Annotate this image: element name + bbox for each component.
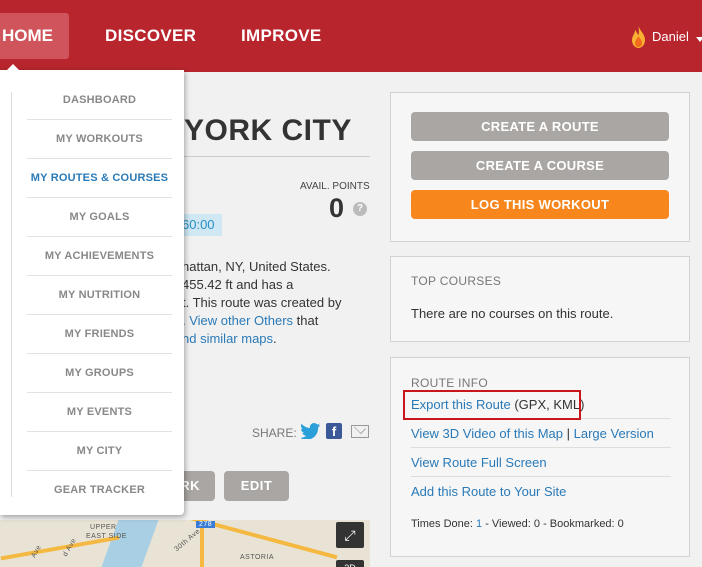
export-highlight-box	[403, 390, 581, 420]
no-courses-text: There are no courses on this route.	[411, 306, 614, 321]
twitter-icon[interactable]	[301, 423, 320, 439]
share-label: SHARE:	[252, 426, 297, 440]
menu-item-my-groups[interactable]: MY GROUPS	[27, 354, 172, 393]
view-other-others-link[interactable]: View other Others	[189, 313, 293, 328]
add-to-site-row: Add this Route to Your Site	[411, 477, 671, 506]
route-description-line: hattan, NY, United States.	[182, 259, 331, 274]
map-label: 30th Ave	[173, 527, 202, 554]
map-label: d Ave	[61, 537, 78, 558]
route-stats: Times Done: 1 - Viewed: 0 - Bookmarked: …	[411, 518, 624, 530]
nav-home[interactable]: HOME	[0, 13, 69, 59]
chevron-down-icon[interactable]	[696, 37, 702, 42]
page-title: YORK CITY	[184, 114, 352, 147]
route-info-heading: ROUTE INFO	[411, 376, 488, 390]
large-version-link[interactable]: Large Version	[574, 426, 654, 441]
edit-button[interactable]: EDIT	[224, 471, 289, 501]
description-text: that	[293, 313, 319, 328]
menu-item-my-friends[interactable]: MY FRIENDS	[27, 315, 172, 354]
view-full-screen-link[interactable]: View Route Full Screen	[411, 455, 547, 470]
menu-item-my-nutrition[interactable]: MY NUTRITION	[27, 276, 172, 315]
nav-discover[interactable]: DISCOVER	[105, 13, 196, 59]
video-row: View 3D Video of this Map | Large Versio…	[411, 419, 671, 448]
route-description-line: t. This route was created by	[182, 295, 342, 310]
route-map[interactable]: UPPER EAST SIDE 278 30th Ave ASTORIA d A…	[0, 520, 370, 567]
fullscreen-icon[interactable]: ⤢	[336, 522, 364, 548]
flame-icon	[632, 26, 645, 48]
menu-item-dashboard[interactable]: DASHBOARD	[27, 81, 172, 120]
facebook-icon[interactable]: f	[326, 423, 342, 439]
top-courses-card: TOP COURSES There are no courses on this…	[390, 256, 690, 342]
route-info-card: ROUTE INFO Export this Route (GPX, KML) …	[390, 357, 690, 557]
route-description-line: 455.42 ft and has a	[182, 277, 294, 292]
views-bookmarks-text: - Viewed: 0 - Bookmarked: 0	[482, 518, 624, 530]
title-divider	[184, 156, 370, 157]
link-separator: |	[566, 426, 571, 441]
points-label: AVAIL. POINTS	[300, 181, 370, 192]
create-course-button[interactable]: CREATE A COURSE	[411, 151, 669, 180]
user-menu-name[interactable]: Daniel	[652, 29, 689, 44]
add-route-to-site-link[interactable]: Add this Route to Your Site	[411, 484, 566, 499]
route-description-line: nd similar maps.	[182, 331, 277, 346]
top-navigation: HOME DISCOVER IMPROVE Daniel	[0, 0, 702, 72]
mail-icon[interactable]	[351, 425, 369, 438]
dropdown-caret	[6, 64, 20, 71]
map-label: EAST SIDE	[86, 533, 127, 540]
home-dropdown-menu: DASHBOARD MY WORKOUTS MY ROUTES & COURSE…	[0, 64, 184, 515]
create-route-button[interactable]: CREATE A ROUTE	[411, 112, 669, 141]
top-courses-heading: TOP COURSES	[411, 274, 502, 288]
menu-item-my-events[interactable]: MY EVENTS	[27, 393, 172, 432]
route-actions-card: CREATE A ROUTE CREATE A COURSE LOG THIS …	[390, 92, 690, 242]
menu-item-my-city[interactable]: MY CITY	[27, 432, 172, 471]
similar-maps-link[interactable]: nd similar maps	[182, 331, 273, 346]
menu-item-my-routes-courses[interactable]: MY ROUTES & COURSES	[27, 159, 172, 198]
map-label: UPPER	[90, 524, 117, 531]
menu-item-gear-tracker[interactable]: GEAR TRACKER	[27, 471, 172, 510]
points-value: 0	[329, 193, 345, 223]
menu-item-my-workouts[interactable]: MY WORKOUTS	[27, 120, 172, 159]
times-done-label: Times Done:	[411, 518, 477, 530]
view-3d-video-link[interactable]: View 3D Video of this Map	[411, 426, 563, 441]
help-icon[interactable]: ?	[353, 202, 367, 216]
log-workout-button[interactable]: LOG THIS WORKOUT	[411, 190, 669, 219]
route-description-line: . View other Others that	[182, 313, 318, 328]
map-2d-button[interactable]: 2D	[336, 560, 364, 567]
description-text: .	[273, 331, 277, 346]
menu-item-my-goals[interactable]: MY GOALS	[27, 198, 172, 237]
nav-improve[interactable]: IMPROVE	[241, 13, 322, 59]
fullscreen-row: View Route Full Screen	[411, 448, 671, 477]
map-label: ASTORIA	[240, 554, 275, 561]
dropdown-divider	[11, 92, 12, 497]
menu-item-my-achievements[interactable]: MY ACHIEVEMENTS	[27, 237, 172, 276]
map-label: 278	[196, 521, 216, 528]
